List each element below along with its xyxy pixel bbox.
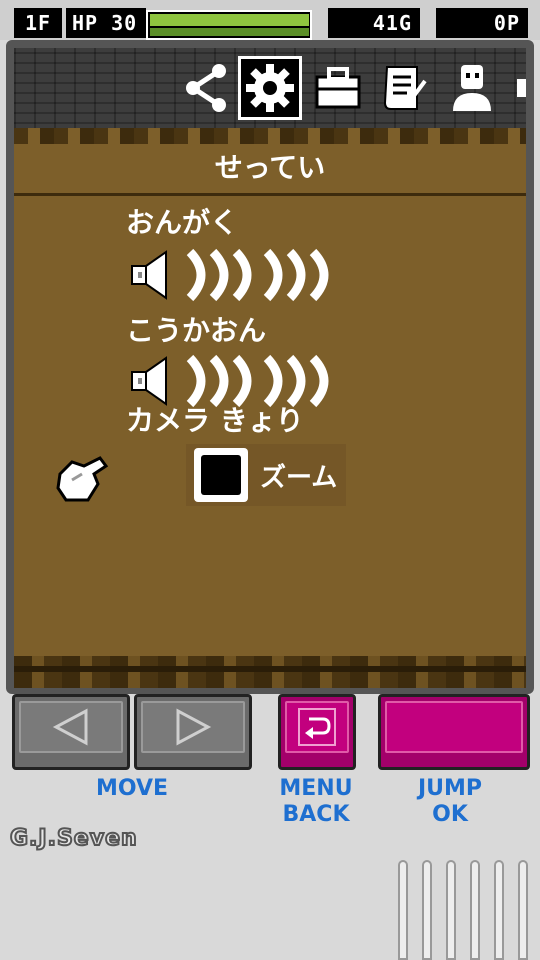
grille-slot [518, 860, 528, 960]
volume-bar [186, 354, 206, 408]
button-face [385, 701, 523, 753]
share-icon [186, 64, 226, 112]
sfx-label: こうかおん [126, 314, 267, 347]
back-caption: BACK [282, 802, 350, 827]
button-face [141, 701, 245, 753]
move-caption: MOVE [95, 776, 169, 801]
speaker-icon [131, 356, 167, 406]
volume-bar [263, 354, 283, 408]
volume-bar [263, 248, 283, 302]
zoom-label: ズーム [260, 462, 338, 493]
hp-bar-fill [150, 14, 309, 26]
arrow-right-icon [176, 708, 212, 746]
music-label: おんがく [126, 206, 239, 239]
volume-bar [232, 248, 252, 302]
grille-slot [470, 860, 480, 960]
settings-screen: せってい おんがく こうかおん カメラ きょり ズーム [14, 48, 526, 688]
status-bar: 1F HP 30 41G 0P [0, 0, 540, 40]
bag-icon [315, 67, 361, 109]
floor-indicator: 1F [14, 8, 62, 38]
tab-log[interactable] [372, 56, 436, 120]
ok-caption: OK [432, 802, 468, 827]
points-counter: 0P [436, 8, 528, 38]
volume-bar [309, 248, 329, 302]
hp-bar-shade [150, 28, 309, 36]
person-icon [453, 65, 491, 111]
zoom-checkbox[interactable] [194, 448, 248, 502]
dirt-edge-bottom [14, 656, 526, 688]
menu-back-button[interactable] [278, 694, 356, 770]
button-face [285, 701, 349, 753]
gear-icon [246, 64, 294, 112]
speaker-icon [131, 250, 167, 300]
game-frame: せってい おんがく こうかおん カメラ きょり ズーム [6, 40, 534, 694]
volume-bar [286, 354, 306, 408]
jump-caption: JUMP [417, 776, 483, 801]
grille-slot [494, 860, 504, 960]
tab-more[interactable] [504, 56, 526, 120]
music-volume-slider[interactable] [126, 248, 332, 302]
floor-line [14, 666, 526, 672]
speaker-grille [396, 858, 536, 960]
jump-ok-button[interactable] [378, 694, 530, 770]
tab-items[interactable] [306, 56, 370, 120]
menu-tab-bar [174, 56, 526, 126]
music-volume-level [186, 248, 329, 302]
volume-bar [309, 354, 329, 408]
page-title: せってい [214, 151, 326, 184]
tab-character[interactable] [440, 56, 504, 120]
pointer-hand-icon [56, 456, 109, 502]
move-right-button[interactable] [134, 694, 252, 770]
camera-distance-label: カメラ きょり [126, 404, 304, 437]
volume-bar [209, 354, 229, 408]
grille-slot [398, 860, 408, 960]
volume-bar [186, 248, 206, 302]
button-face [19, 701, 123, 753]
volume-bar [232, 354, 252, 408]
hp-label: HP 30 [66, 8, 146, 38]
return-icon [298, 708, 336, 746]
sfx-volume-slider[interactable] [126, 354, 332, 408]
sfx-volume-level [186, 354, 329, 408]
tab-share[interactable] [174, 56, 238, 120]
menu-caption: MENU [279, 776, 353, 801]
scroll-icon [383, 66, 427, 110]
hp-bar [146, 10, 312, 40]
key-icon [517, 79, 526, 97]
gold-counter: 41G [328, 8, 420, 38]
developer-logo: G.J.Seven [9, 825, 138, 852]
grille-slot [422, 860, 432, 960]
grille-slot [446, 860, 456, 960]
zoom-option[interactable]: ズーム [186, 444, 346, 506]
volume-bar [286, 248, 306, 302]
tab-settings[interactable] [238, 56, 302, 120]
move-left-button[interactable] [12, 694, 130, 770]
arrow-left-icon [52, 708, 88, 746]
checkbox-box [201, 455, 241, 495]
volume-bar [209, 248, 229, 302]
